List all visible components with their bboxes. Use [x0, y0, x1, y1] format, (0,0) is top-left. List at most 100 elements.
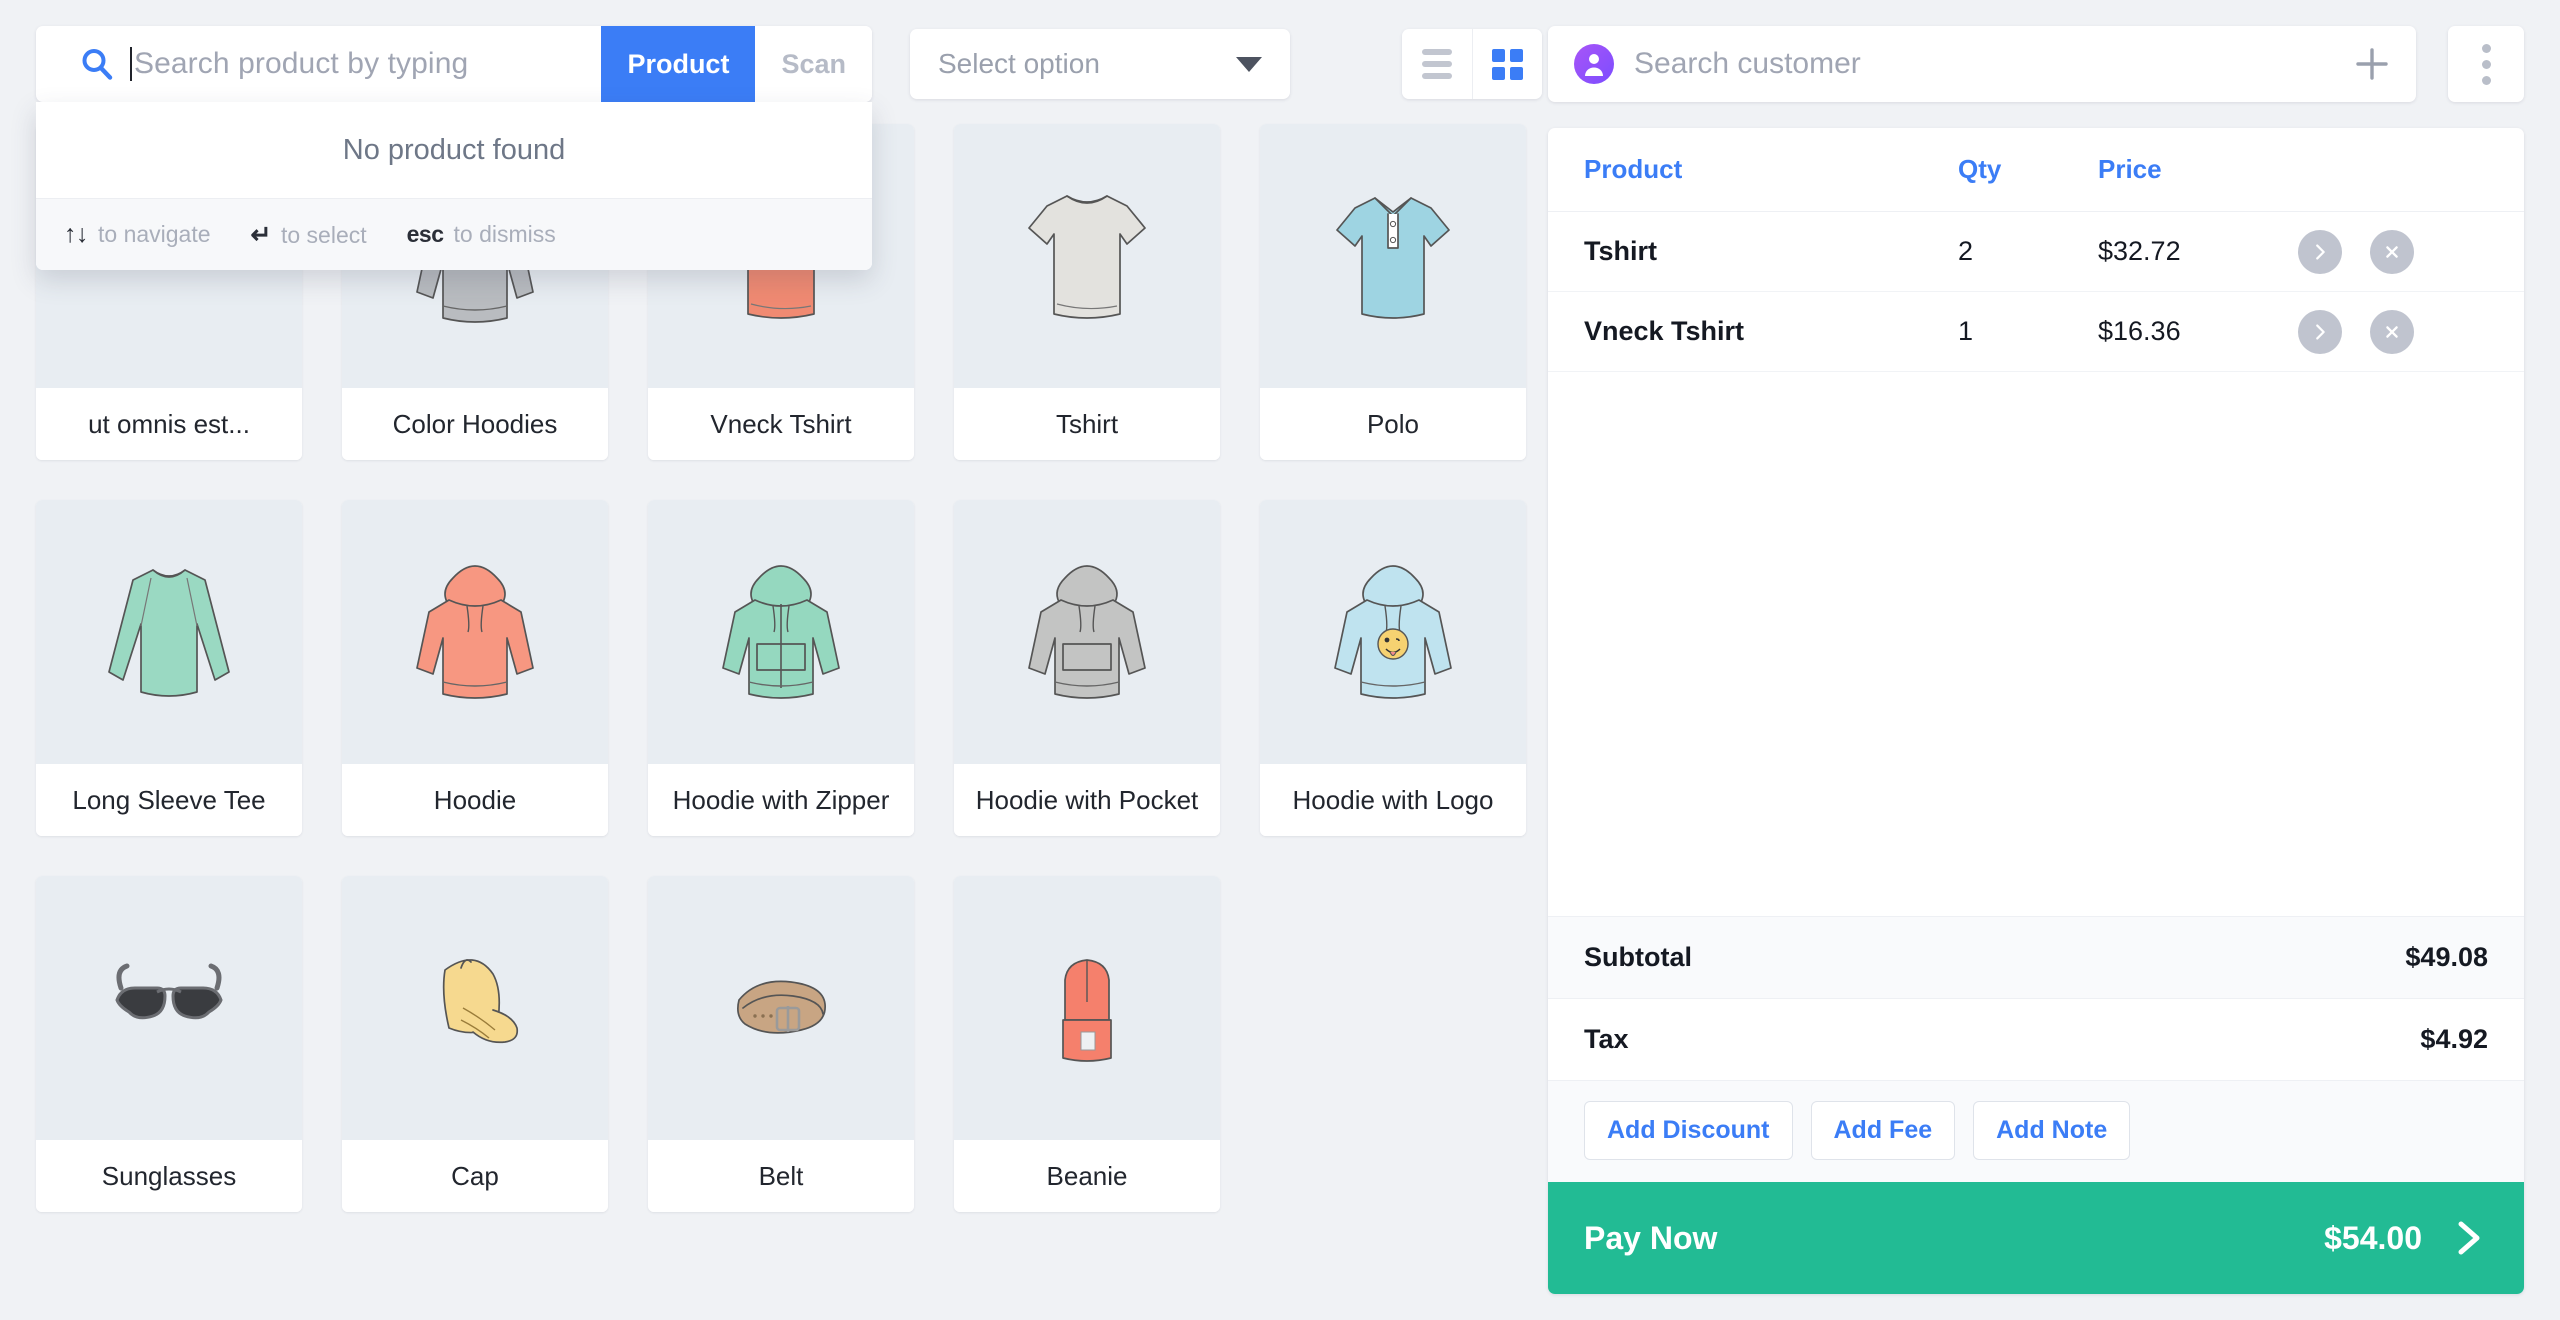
close-icon	[2386, 245, 2398, 258]
cart-rows: Tshirt 2 $32.72 Vneck Tshirt 1 $16.36	[1548, 212, 2524, 372]
cart-header-product: Product	[1584, 154, 1683, 184]
add-discount-button[interactable]: Add Discount	[1584, 1101, 1793, 1160]
product-card[interactable]: Polo	[1260, 124, 1526, 460]
cart-item-actions	[2298, 309, 2488, 354]
chevron-right-icon	[2316, 243, 2325, 260]
product-card[interactable]: Hoodie with Logo	[1260, 500, 1526, 836]
subtotal-value: $49.08	[2405, 942, 2488, 972]
customer-bar: Search customer	[1548, 26, 2524, 102]
grid-view-icon	[1492, 48, 1523, 80]
product-name: Belt	[648, 1140, 914, 1212]
cart-item-remove-button[interactable]	[2370, 229, 2414, 274]
product-image	[1260, 500, 1526, 764]
product-card[interactable]: Long Sleeve Tee	[36, 500, 302, 836]
cart-item-actions	[2298, 229, 2488, 274]
hint-navigate: ↑↓ to navigate	[64, 220, 211, 249]
cart-row: Vneck Tshirt 1 $16.36	[1548, 292, 2524, 372]
product-name: Beanie	[954, 1140, 1220, 1212]
product-search-box[interactable]: Search product by typing Product Scan	[36, 26, 872, 102]
mode-product-button[interactable]: Product	[601, 26, 756, 102]
product-name: Cap	[342, 1140, 608, 1212]
product-card[interactable]: Hoodie with Zipper	[648, 500, 914, 836]
enter-key-icon: ↵	[250, 220, 272, 249]
cart-item-expand-button[interactable]	[2298, 309, 2342, 354]
tax-value: $4.92	[2420, 1024, 2488, 1054]
mode-scan-button[interactable]: Scan	[755, 26, 872, 102]
add-fee-button[interactable]: Add Fee	[1810, 1101, 1956, 1160]
product-image	[648, 500, 914, 764]
pay-now-button[interactable]: Pay Now $54.00	[1548, 1182, 2524, 1294]
product-grid: ut omnis est... Color Hoodies Vneck Tshi…	[36, 124, 1548, 1212]
product-card[interactable]: Hoodie with Pocket	[954, 500, 1220, 836]
product-image	[1260, 124, 1526, 388]
cart-item-qty: 2	[1958, 236, 1974, 266]
cart-item-qty: 1	[1958, 316, 1974, 346]
arrow-updown-icon: ↑↓	[64, 220, 89, 248]
chevron-down-icon	[1236, 56, 1262, 72]
category-select[interactable]: Select option	[910, 29, 1290, 99]
cart-header-row: Product Qty Price	[1548, 128, 2524, 212]
product-image	[954, 876, 1220, 1140]
product-pane: Search product by typing Product Scan No…	[0, 0, 1548, 1320]
cart-item-name: Vneck Tshirt	[1584, 316, 1745, 346]
customer-search-box[interactable]: Search customer	[1548, 26, 2416, 102]
grid-view-button[interactable]	[1472, 29, 1542, 99]
hint-select: ↵ to select	[251, 220, 367, 250]
plus-icon[interactable]	[2354, 46, 2390, 82]
product-image	[342, 876, 608, 1140]
product-card[interactable]: Beanie	[954, 876, 1220, 1212]
cart-item-remove-button[interactable]	[2370, 309, 2414, 354]
cart-item-expand-button[interactable]	[2298, 229, 2342, 274]
product-name: Long Sleeve Tee	[36, 764, 302, 836]
cart-header-qty: Qty	[1958, 154, 2002, 184]
product-name: Sunglasses	[36, 1140, 302, 1212]
cart-header-price: Price	[2098, 154, 2162, 184]
product-toolbar: Search product by typing Product Scan No…	[36, 26, 1548, 270]
cart-extra-actions: Add Discount Add Fee Add Note	[1548, 1081, 2524, 1182]
product-card[interactable]: Tshirt	[954, 124, 1220, 460]
product-name: Color Hoodies	[342, 388, 608, 460]
product-image	[36, 876, 302, 1140]
product-image	[342, 500, 608, 764]
product-image	[648, 876, 914, 1140]
product-image	[36, 500, 302, 764]
tax-label: Tax	[1584, 1024, 1629, 1054]
hint-dismiss-label: to dismiss	[453, 221, 556, 247]
pos-app: Search product by typing Product Scan No…	[0, 0, 2560, 1320]
product-card[interactable]: Cap	[342, 876, 608, 1212]
cart-item-price: $16.36	[2098, 316, 2181, 346]
chevron-right-icon	[2316, 323, 2325, 340]
product-search-input[interactable]: Search product by typing	[134, 47, 601, 81]
cart-row: Tshirt 2 $32.72	[1548, 212, 2524, 292]
product-search-dropdown: No product found ↑↓ to navigate ↵ to sel…	[36, 102, 872, 270]
product-name: Hoodie with Pocket	[954, 764, 1220, 836]
cart-empty-space	[1548, 372, 2524, 916]
add-note-button[interactable]: Add Note	[1973, 1101, 2131, 1160]
subtotal-row: Subtotal $49.08	[1548, 917, 2524, 999]
product-card[interactable]: Sunglasses	[36, 876, 302, 1212]
customer-avatar-icon	[1574, 44, 1614, 84]
pay-now-amount: $54.00	[2324, 1219, 2422, 1256]
cart-totals: Subtotal $49.08 Tax $4.92 Add Discount A…	[1548, 916, 2524, 1182]
pay-now-label: Pay Now	[1584, 1219, 1718, 1256]
product-name: ut omnis est...	[36, 388, 302, 460]
chevron-right-icon	[2448, 1218, 2488, 1258]
hint-dismiss: esc to dismiss	[407, 221, 556, 248]
cart-item-name: Tshirt	[1584, 236, 1657, 266]
cart-panel: Product Qty Price Tshirt 2 $32.72 Vneck Tsh…	[1548, 128, 2524, 1294]
product-search-area: Search product by typing Product Scan No…	[36, 26, 872, 270]
product-name: Hoodie with Zipper	[648, 764, 914, 836]
close-icon	[2386, 325, 2398, 338]
list-view-button[interactable]	[1402, 29, 1472, 99]
product-card[interactable]: Belt	[648, 876, 914, 1212]
product-card[interactable]: Hoodie	[342, 500, 608, 836]
subtotal-label: Subtotal	[1584, 942, 1692, 972]
product-name: Vneck Tshirt	[648, 388, 914, 460]
view-mode-toggle	[1402, 29, 1542, 99]
text-cursor	[130, 47, 132, 81]
product-name: Hoodie	[342, 764, 608, 836]
cart-item-price: $32.72	[2098, 236, 2181, 266]
more-options-button[interactable]	[2448, 26, 2524, 102]
tax-row: Tax $4.92	[1548, 999, 2524, 1081]
customer-search-input[interactable]: Search customer	[1634, 47, 2354, 81]
